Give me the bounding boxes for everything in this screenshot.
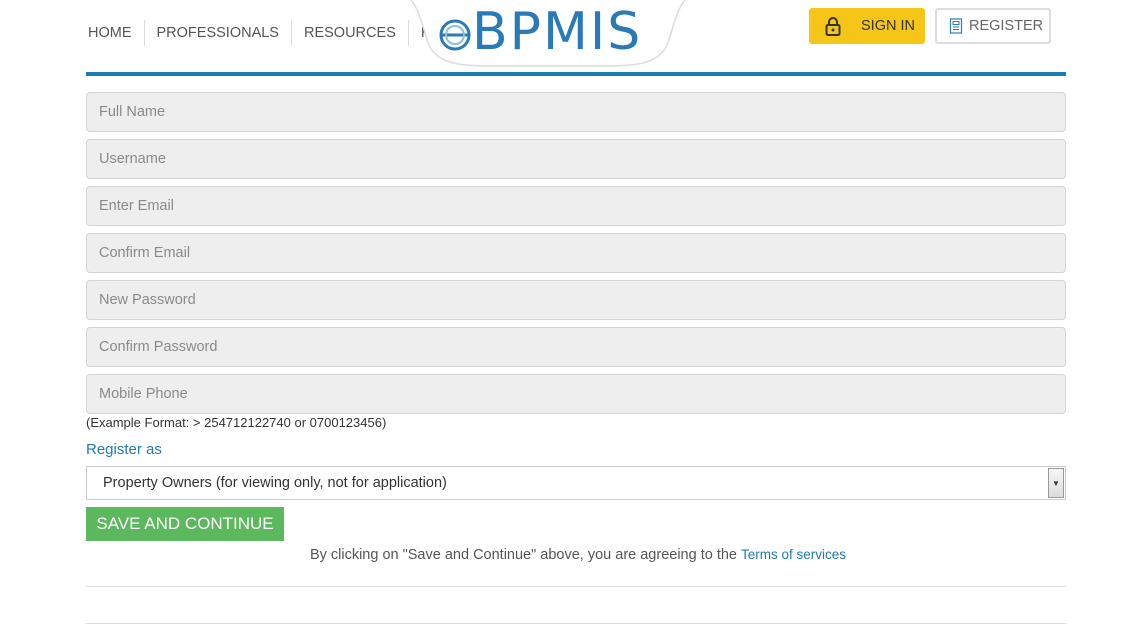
nav-resources[interactable]: RESOURCES (290, 20, 408, 46)
ebpmis-logo[interactable]: BPMIS (438, 2, 642, 62)
logo-e-icon (438, 2, 472, 62)
logo-text: BPMIS (472, 2, 643, 62)
new-password-field[interactable] (86, 280, 1066, 320)
sign-in-button[interactable]: SIGN IN (809, 8, 925, 44)
lock-icon (825, 17, 841, 36)
nav-home[interactable]: HOME (86, 20, 144, 46)
nav-professionals[interactable]: PROFESSIONALS (143, 20, 291, 46)
sign-in-label: SIGN IN (861, 18, 915, 34)
document-icon (949, 18, 963, 34)
full-name-field[interactable] (86, 92, 1066, 132)
email-field[interactable] (86, 186, 1066, 226)
register-as-select[interactable]: Property Owners (for viewing only, not f… (86, 466, 1066, 500)
chevron-down-icon[interactable]: ▼ (1048, 468, 1064, 498)
confirm-password-field[interactable] (86, 327, 1066, 367)
register-as-label: Register as (86, 441, 162, 458)
header-divider (86, 72, 1066, 76)
terms-prefix-text: By clicking on "Save and Continue" above… (309, 547, 737, 563)
register-label: REGISTER (969, 18, 1044, 34)
footer-divider-top (86, 586, 1066, 587)
username-field[interactable] (86, 139, 1066, 179)
save-and-continue-button[interactable]: SAVE AND CONTINUE (86, 507, 284, 541)
register-button[interactable]: REGISTER (935, 8, 1051, 44)
footer-divider-bottom (86, 623, 1066, 624)
terms-notice: By clicking on "Save and Continue" above… (0, 547, 1124, 563)
confirm-email-field[interactable] (86, 233, 1066, 273)
register-as-selected-value: Property Owners (for viewing only, not f… (103, 475, 447, 491)
mobile-phone-field[interactable] (86, 374, 1066, 414)
terms-of-service-link[interactable]: Terms of services (741, 547, 846, 562)
phone-format-hint: (Example Format: > 254712122740 or 07001… (86, 415, 387, 430)
